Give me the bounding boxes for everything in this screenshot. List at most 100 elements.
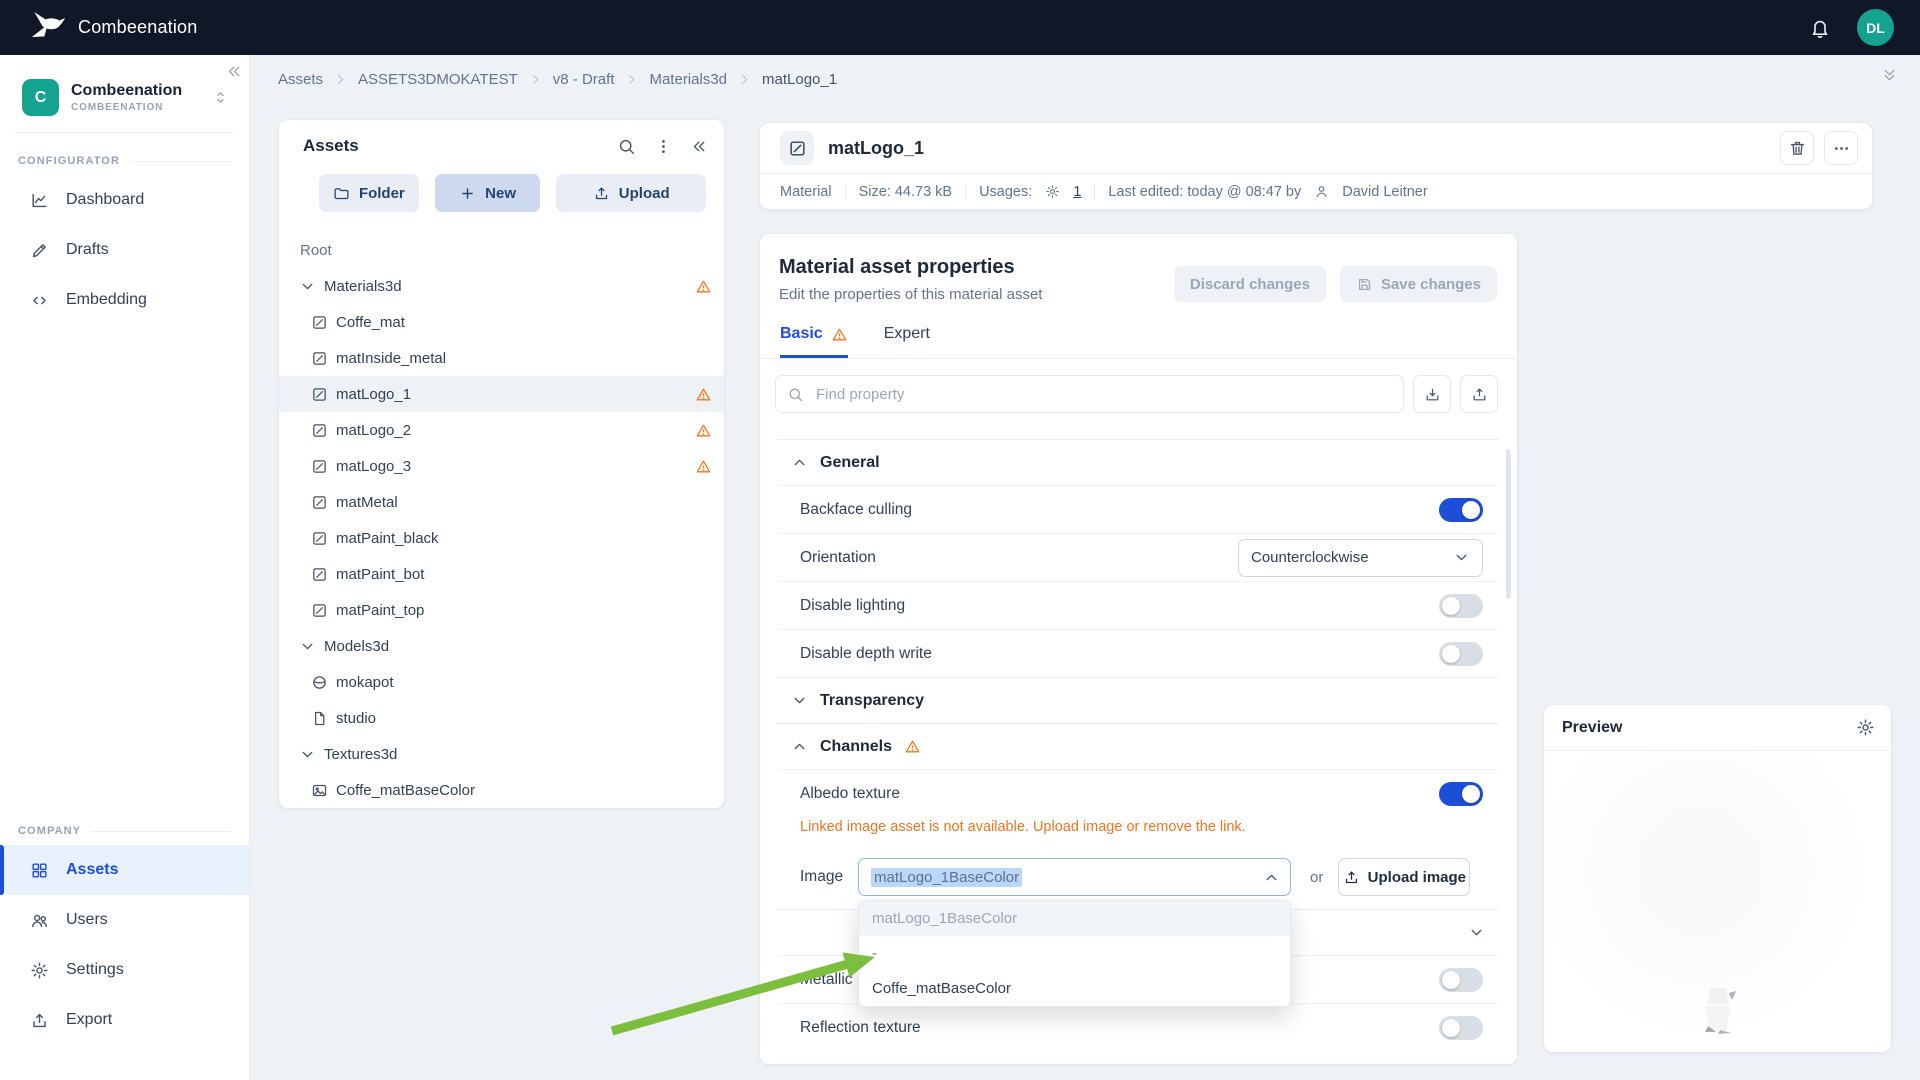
warning-icon	[831, 326, 848, 343]
properties-title: Material asset properties	[779, 256, 1042, 279]
linked-image-warning: Linked image asset is not available. Upl…	[778, 817, 1499, 845]
dropdown-option-coffe-matbasecolor[interactable]: Coffe_matBaseColor	[859, 971, 1290, 1006]
export-icon	[30, 1011, 49, 1030]
metallic-roughness-toggle[interactable]	[1439, 968, 1483, 992]
sidebar-item-users[interactable]: Users	[0, 895, 249, 945]
folder-button[interactable]: Folder	[319, 174, 419, 212]
chevron-up-icon	[1263, 869, 1280, 886]
assets-collapse-button[interactable]	[691, 138, 708, 155]
sidebar-item-embedding[interactable]: Embedding	[0, 275, 249, 325]
upload-button[interactable]: Upload	[556, 174, 706, 212]
model-icon	[311, 674, 328, 691]
company-selector[interactable]: C Combeenation COMBEENATION	[14, 79, 235, 133]
section-general[interactable]: General	[778, 439, 1499, 485]
save-changes-button[interactable]: Save changes	[1340, 266, 1497, 302]
tree-item-matlogo-3[interactable]: matLogo_3	[279, 448, 724, 484]
topbar: Combeenation DL	[0, 0, 1920, 55]
import-properties-button[interactable]	[1413, 375, 1451, 413]
delete-asset-button[interactable]	[1780, 131, 1814, 165]
preview-viewport[interactable]	[1544, 751, 1891, 1052]
collapse-sidebar-button[interactable]	[226, 63, 243, 80]
dropdown-option-matlogo-1basecolor[interactable]: matLogo_1BaseColor	[859, 901, 1290, 936]
material-icon	[311, 602, 328, 619]
breadcrumb-current: matLogo_1	[762, 71, 837, 88]
chevron-up-icon	[791, 738, 808, 755]
disable-depth-write-toggle[interactable]	[1439, 642, 1483, 666]
image-icon	[311, 782, 328, 799]
tree-item-matinside-metal[interactable]: matInside_metal	[279, 340, 724, 376]
warning-icon	[695, 278, 712, 295]
assets-search-button[interactable]	[617, 137, 636, 156]
company-avatar: C	[22, 79, 59, 116]
breadcrumb-item-materials3d[interactable]: Materials3d	[649, 71, 727, 88]
tree-item-mokapot[interactable]: mokapot	[279, 664, 724, 700]
tree-item-matpaint-black[interactable]: matPaint_black	[279, 520, 724, 556]
image-dropdown: matLogo_1BaseColor - Coffe_matBaseColor	[858, 900, 1291, 1007]
material-icon	[311, 566, 328, 583]
albedo-texture-toggle[interactable]	[1439, 782, 1483, 806]
assets-panel-title: Assets	[303, 136, 359, 156]
sidebar-item-export[interactable]: Export	[0, 995, 249, 1045]
find-property-input[interactable]	[775, 375, 1404, 413]
warning-icon	[695, 458, 712, 475]
material-icon	[311, 422, 328, 439]
warning-icon	[695, 386, 712, 403]
scrollbar[interactable]	[1506, 449, 1511, 599]
tree-item-materials3d[interactable]: Materials3d	[279, 268, 724, 304]
tree-item-root[interactable]: Root	[279, 232, 724, 268]
orientation-select[interactable]: Counterclockwise	[1238, 539, 1483, 577]
row-disable-depth-write: Disable depth write	[778, 629, 1499, 677]
more-actions-button[interactable]	[1824, 131, 1858, 165]
assets-kebab-menu-button[interactable]	[654, 137, 673, 156]
expand-panel-button[interactable]	[1881, 67, 1898, 84]
export-properties-button[interactable]	[1460, 375, 1498, 413]
tree-item-matpaint-bot[interactable]: matPaint_bot	[279, 556, 724, 592]
material-icon	[311, 314, 328, 331]
sidebar-item-assets[interactable]: Assets	[0, 845, 249, 895]
brand-name: Combeenation	[78, 17, 197, 38]
breadcrumb-item-project[interactable]: ASSETS3DMOKATEST	[358, 71, 518, 88]
tree-item-coffe-mat[interactable]: Coffe_mat	[279, 304, 724, 340]
dropdown-option-none[interactable]: -	[859, 936, 1290, 971]
tree-item-matlogo-1[interactable]: matLogo_1	[279, 376, 724, 412]
tree-item-matlogo-2[interactable]: matLogo_2	[279, 412, 724, 448]
tree-item-coffe-matbasecolor[interactable]: Coffe_matBaseColor	[279, 772, 724, 808]
backface-culling-toggle[interactable]	[1439, 498, 1483, 522]
sidebar-item-drafts[interactable]: Drafts	[0, 225, 249, 275]
asset-size: Size: 44.73 kB	[859, 184, 953, 200]
breadcrumb-item-assets[interactable]: Assets	[278, 71, 323, 88]
sidebar-item-dashboard[interactable]: Dashboard	[0, 175, 249, 225]
breadcrumb-item-draft[interactable]: v8 - Draft	[553, 71, 615, 88]
chevron-down-icon	[299, 278, 316, 295]
tab-basic[interactable]: Basic	[780, 325, 848, 358]
tree-item-matpaint-top[interactable]: matPaint_top	[279, 592, 724, 628]
file-icon	[311, 710, 328, 727]
disable-lighting-toggle[interactable]	[1439, 594, 1483, 618]
person-icon	[1314, 184, 1329, 199]
tree-item-matmetal[interactable]: matMetal	[279, 484, 724, 520]
usages-label: Usages:	[979, 184, 1032, 200]
tree-item-models3d[interactable]: Models3d	[279, 628, 724, 664]
user-avatar[interactable]: DL	[1857, 9, 1894, 46]
sidebar-item-settings[interactable]: Settings	[0, 945, 249, 995]
tree-item-studio[interactable]: studio	[279, 700, 724, 736]
discard-changes-button[interactable]: Discard changes	[1174, 266, 1326, 302]
notifications-bell-icon[interactable]	[1809, 17, 1831, 39]
upload-image-button[interactable]: Upload image	[1338, 858, 1470, 896]
last-edited-text: Last edited: today @ 08:47 by	[1108, 184, 1301, 200]
preview-render	[1694, 982, 1742, 1038]
breadcrumb: Assets ASSETS3DMOKATEST v8 - Draft Mater…	[278, 71, 837, 88]
tree-item-textures3d[interactable]: Textures3d	[279, 736, 724, 772]
new-button[interactable]: New	[435, 174, 541, 212]
preview-settings-button[interactable]	[1856, 718, 1875, 737]
material-icon	[311, 494, 328, 511]
editor-name: David Leitner	[1342, 184, 1427, 200]
tab-expert[interactable]: Expert	[884, 325, 930, 358]
reflection-texture-toggle[interactable]	[1439, 1016, 1483, 1040]
section-channels[interactable]: Channels	[778, 723, 1499, 769]
section-transparency[interactable]: Transparency	[778, 677, 1499, 723]
image-link-combobox[interactable]: matLogo_1BaseColor	[858, 858, 1291, 896]
usages-count-link[interactable]: 1	[1073, 184, 1081, 200]
brand[interactable]: Combeenation	[26, 8, 197, 48]
code-icon	[30, 291, 49, 310]
